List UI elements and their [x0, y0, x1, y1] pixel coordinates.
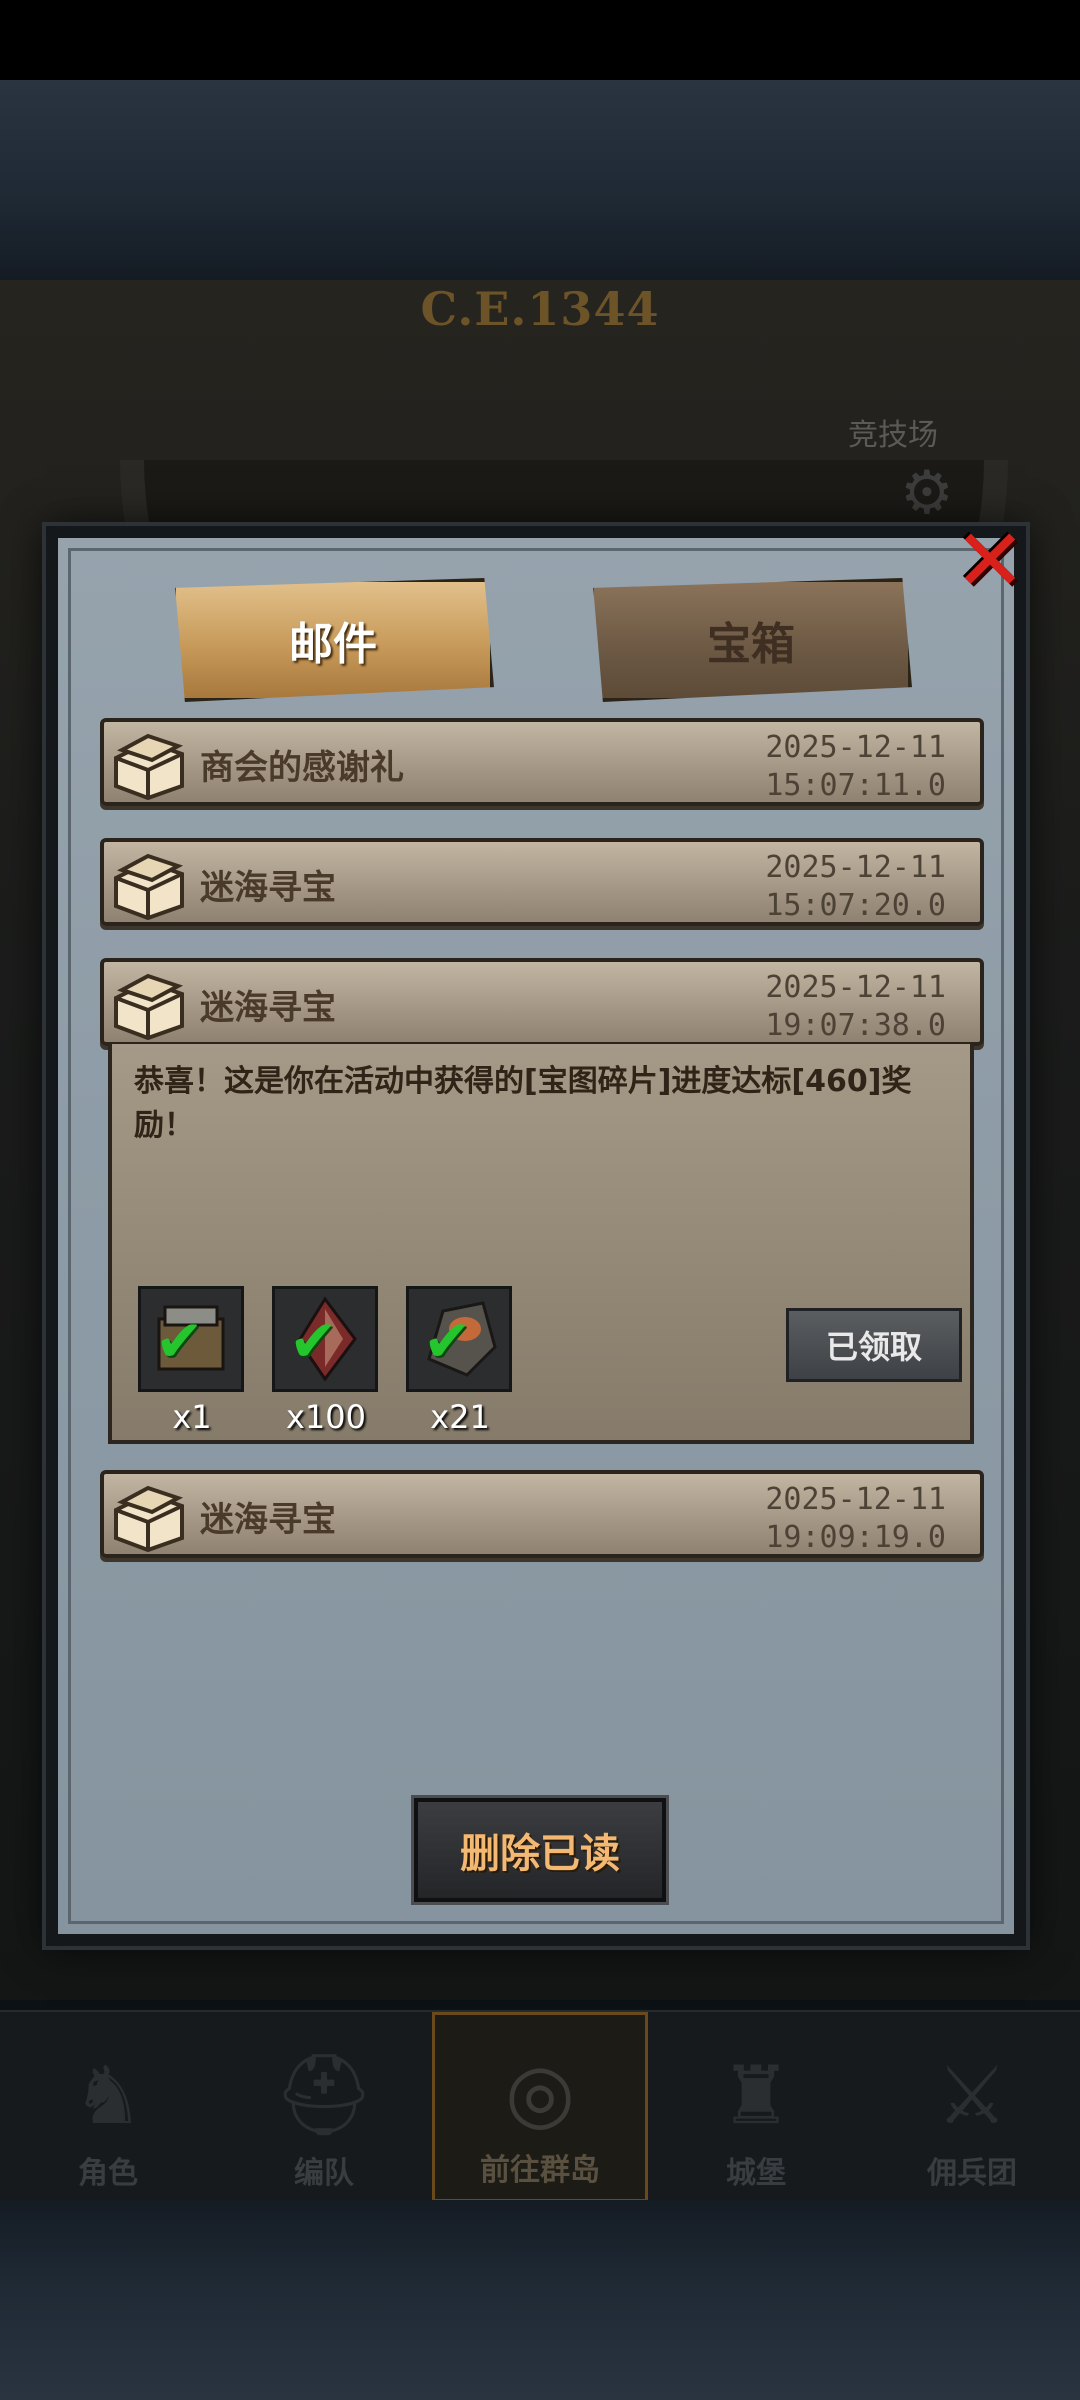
- treasure-chest-icon: [114, 1485, 184, 1552]
- nav-item-castle[interactable]: ♜ 城堡: [648, 2012, 864, 2202]
- settings-gear-icon: ⚙: [900, 458, 954, 528]
- check-icon: ✔: [423, 1307, 472, 1375]
- nav-label: 前往群岛: [480, 2153, 600, 2188]
- helmet-icon: ⛑: [273, 2048, 375, 2141]
- reward-count: x21: [430, 1398, 490, 1436]
- mail-title: 商会的感谢礼: [200, 748, 404, 788]
- reward-item[interactable]: ✔: [406, 1286, 512, 1392]
- mail-row[interactable]: 迷海寻宝 2025-12-11 15:07:20.0: [100, 838, 984, 926]
- reward-item[interactable]: ✔: [272, 1286, 378, 1392]
- reward-count: x1: [172, 1398, 212, 1436]
- nav-item-islands[interactable]: ◎ 前往群岛: [432, 2012, 648, 2202]
- nav-item-mercenary[interactable]: ⚔ 佣兵团: [864, 2012, 1080, 2202]
- mail-title: 迷海寻宝: [200, 988, 336, 1028]
- tab-mail-label: 邮件: [289, 619, 377, 670]
- nav-label: 角色: [78, 2156, 138, 2191]
- mail-row[interactable]: 迷海寻宝 2025-12-11 19:09:19.0: [100, 1470, 984, 1558]
- bottom-band: [0, 2200, 1080, 2400]
- treasure-chest-icon: [114, 733, 184, 800]
- mail-row[interactable]: 商会的感谢礼 2025-12-11 15:07:11.0: [100, 718, 984, 806]
- nav-label: 城堡: [726, 2156, 786, 2191]
- close-icon[interactable]: ✕: [950, 516, 1030, 606]
- mail-time: 15:07:11.0: [765, 768, 946, 803]
- nav-item-character[interactable]: ♞ 角色: [0, 2012, 216, 2202]
- nav-label: 编队: [294, 2156, 354, 2191]
- reward-count: x100: [285, 1398, 366, 1436]
- tab-chest[interactable]: 宝箱: [593, 578, 912, 702]
- mail-date: 2025-12-11: [765, 730, 946, 765]
- mail-message: 恭喜！这是你在活动中获得的[宝图碎片]进度达标[460]奖励！: [134, 1064, 912, 1143]
- delete-read-button[interactable]: 删除已读: [414, 1798, 666, 1902]
- mail-row-expanded[interactable]: 迷海寻宝 2025-12-11 19:07:38.0: [100, 958, 984, 1046]
- mail-time: 19:07:38.0: [765, 1008, 946, 1043]
- arena-label: 竞技场: [848, 418, 938, 453]
- mail-date: 2025-12-11: [765, 970, 946, 1005]
- treasure-chest-icon: [114, 853, 184, 920]
- claimed-label: 已领取: [825, 1328, 922, 1366]
- globe-icon: ◎: [505, 2046, 575, 2139]
- mercenary-icon: ⚔: [936, 2049, 1008, 2142]
- tab-mail[interactable]: 邮件: [175, 578, 494, 702]
- check-icon: ✔: [155, 1307, 204, 1375]
- check-icon: ✔: [289, 1307, 338, 1375]
- mail-title: 迷海寻宝: [200, 868, 336, 908]
- mail-time: 15:07:20.0: [765, 888, 946, 923]
- mail-title: 迷海寻宝: [200, 1500, 336, 1540]
- mail-time: 19:09:19.0: [765, 1520, 946, 1555]
- mail-body: 恭喜！这是你在活动中获得的[宝图碎片]进度达标[460]奖励！ ✔ x1 ✔ x…: [108, 1044, 974, 1444]
- tab-chest-label: 宝箱: [707, 619, 795, 670]
- claimed-button[interactable]: 已领取: [786, 1308, 962, 1382]
- nav-label: 佣兵团: [927, 2156, 1017, 2191]
- knight-icon: ♞: [72, 2049, 144, 2142]
- bottom-nav: ♞ 角色 ⛑ 编队 ◎ 前往群岛 ♜ 城堡 ⚔ 佣兵团: [0, 2010, 1080, 2202]
- treasure-chest-icon: [114, 973, 184, 1040]
- top-band: [0, 80, 1080, 280]
- delete-read-label: 删除已读: [460, 1831, 620, 1877]
- year-label: C.E.1344: [420, 282, 660, 336]
- status-bar: [0, 0, 1080, 80]
- castle-icon: ♜: [720, 2049, 792, 2142]
- reward-item[interactable]: ✔: [138, 1286, 244, 1392]
- nav-item-formation[interactable]: ⛑ 编队: [216, 2012, 432, 2202]
- mail-date: 2025-12-11: [765, 1482, 946, 1517]
- mail-date: 2025-12-11: [765, 850, 946, 885]
